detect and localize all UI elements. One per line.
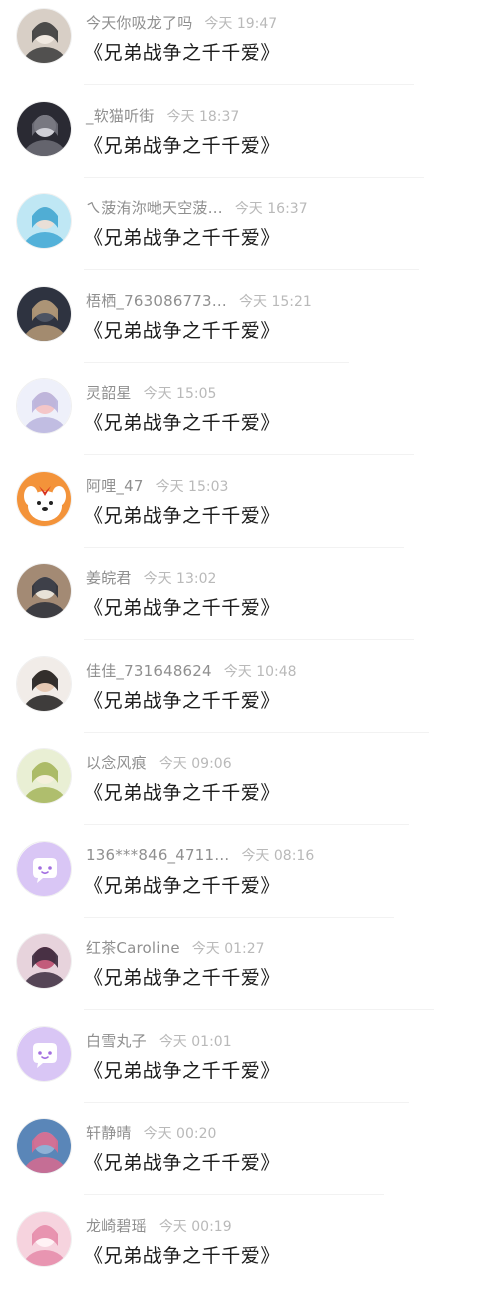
- avatar[interactable]: [16, 563, 72, 619]
- comment-item[interactable]: ㄟ菠洧沵哋天空菠… 今天 16:37 《兄弟战争之千千爱》: [0, 185, 495, 277]
- comment-meta: ㄟ菠洧沵哋天空菠… 今天 16:37: [86, 197, 308, 219]
- avatar[interactable]: [16, 1026, 72, 1082]
- comment-item[interactable]: 轩静晴 今天 00:20 《兄弟战争之千千爱》: [0, 1110, 495, 1202]
- username[interactable]: 红茶Caroline: [86, 939, 180, 957]
- timestamp: 今天 16:37: [234, 201, 308, 217]
- username[interactable]: 梧栖_763086773…: [86, 292, 227, 310]
- comment-meta: 以念风痕 今天 09:06: [86, 752, 232, 774]
- username[interactable]: 阿哩_47: [86, 477, 144, 495]
- timestamp: 今天 19:47: [204, 16, 278, 32]
- timestamp: 今天 00:20: [143, 1126, 217, 1142]
- username[interactable]: 今天你吸龙了吗: [86, 14, 192, 32]
- avatar[interactable]: [16, 656, 72, 712]
- comment-text: 《兄弟战争之千千爱》: [84, 690, 281, 712]
- comment-text: 《兄弟战争之千千爱》: [84, 412, 281, 434]
- avatar[interactable]: [16, 748, 72, 804]
- comment-meta: 灵韶星 今天 15:05: [86, 382, 216, 404]
- comment-meta: 今天你吸龙了吗 今天 19:47: [86, 12, 277, 34]
- comment-item[interactable]: 龙崎碧瑶 今天 00:19 《兄弟战争之千千爱》: [0, 1203, 495, 1295]
- comment-meta: 姜皖君 今天 13:02: [86, 567, 216, 589]
- comment-meta: 红茶Caroline 今天 01:27: [86, 937, 265, 959]
- timestamp: 今天 08:16: [241, 848, 315, 864]
- comment-item[interactable]: _软猫听街 今天 18:37 《兄弟战争之千千爱》: [0, 93, 495, 185]
- avatar[interactable]: [16, 1118, 72, 1174]
- comment-meta: 136***846_4711… 今天 08:16: [86, 845, 314, 867]
- timestamp: 今天 01:27: [191, 941, 265, 957]
- comment-text: 《兄弟战争之千千爱》: [84, 782, 281, 804]
- avatar[interactable]: [16, 471, 72, 527]
- avatar[interactable]: [16, 1211, 72, 1267]
- username[interactable]: ㄟ菠洧沵哋天空菠…: [86, 199, 223, 217]
- timestamp: 今天 13:02: [143, 571, 217, 587]
- comment-text: 《兄弟战争之千千爱》: [84, 875, 281, 897]
- comment-list: 今天你吸龙了吗 今天 19:47 《兄弟战争之千千爱》 _软猫听街 今天 18:37 《兄…: [0, 0, 495, 1280]
- username[interactable]: 白雪丸子: [86, 1032, 147, 1050]
- comment-item[interactable]: 白雪丸子 今天 01:01 《兄弟战争之千千爱》: [0, 1018, 495, 1110]
- divider: [84, 362, 349, 363]
- divider: [84, 1009, 434, 1010]
- divider: [84, 547, 404, 548]
- divider: [84, 177, 424, 178]
- username[interactable]: 灵韶星: [86, 384, 132, 402]
- comment-item[interactable]: 红茶Caroline 今天 01:27 《兄弟战争之千千爱》: [0, 925, 495, 1017]
- comment-text: 《兄弟战争之千千爱》: [84, 505, 281, 527]
- comment-meta: 轩静晴 今天 00:20: [86, 1122, 216, 1144]
- divider: [84, 639, 414, 640]
- comment-text: 《兄弟战争之千千爱》: [84, 1152, 281, 1174]
- timestamp: 今天 09:06: [158, 756, 232, 772]
- comment-item[interactable]: 阿哩_47 今天 15:03 《兄弟战争之千千爱》: [0, 463, 495, 555]
- comment-text: 《兄弟战争之千千爱》: [84, 135, 281, 157]
- comment-text: 《兄弟战争之千千爱》: [84, 320, 281, 342]
- timestamp: 今天 18:37: [166, 109, 240, 125]
- comment-text: 《兄弟战争之千千爱》: [84, 42, 281, 64]
- comment-item[interactable]: 136***846_4711… 今天 08:16 《兄弟战争之千千爱》: [0, 833, 495, 925]
- avatar[interactable]: [16, 378, 72, 434]
- comment-item[interactable]: 佳佳_731648624 今天 10:48 《兄弟战争之千千爱》: [0, 648, 495, 740]
- comment-text: 《兄弟战争之千千爱》: [84, 1060, 281, 1082]
- timestamp: 今天 15:21: [239, 294, 312, 310]
- comment-text: 《兄弟战争之千千爱》: [84, 597, 281, 619]
- username[interactable]: _软猫听街: [86, 107, 155, 125]
- username[interactable]: 136***846_4711…: [86, 846, 229, 864]
- comment-item[interactable]: 灵韶星 今天 15:05 《兄弟战争之千千爱》: [0, 370, 495, 462]
- comment-item[interactable]: 梧栖_763086773… 今天 15:21 《兄弟战争之千千爱》: [0, 278, 495, 370]
- avatar[interactable]: [16, 193, 72, 249]
- timestamp: 今天 10:48: [223, 664, 297, 680]
- username[interactable]: 轩静晴: [86, 1124, 132, 1142]
- avatar[interactable]: [16, 841, 72, 897]
- comment-meta: 白雪丸子 今天 01:01: [86, 1030, 232, 1052]
- comment-text: 《兄弟战争之千千爱》: [84, 227, 281, 249]
- comment-item[interactable]: 以念风痕 今天 09:06 《兄弟战争之千千爱》: [0, 740, 495, 832]
- timestamp: 今天 00:19: [158, 1219, 232, 1235]
- username[interactable]: 姜皖君: [86, 569, 132, 587]
- divider: [84, 84, 414, 85]
- divider: [84, 1102, 409, 1103]
- comment-text: 《兄弟战争之千千爱》: [84, 967, 281, 989]
- divider: [84, 824, 409, 825]
- comment-meta: 龙崎碧瑶 今天 00:19: [86, 1215, 232, 1237]
- divider: [84, 454, 414, 455]
- timestamp: 今天 01:01: [158, 1034, 232, 1050]
- username[interactable]: 以念风痕: [86, 754, 147, 772]
- username[interactable]: 佳佳_731648624: [86, 662, 212, 680]
- avatar[interactable]: [16, 101, 72, 157]
- comment-meta: 阿哩_47 今天 15:03: [86, 475, 228, 497]
- timestamp: 今天 15:05: [143, 386, 217, 402]
- divider: [84, 917, 394, 918]
- username[interactable]: 龙崎碧瑶: [86, 1217, 147, 1235]
- avatar[interactable]: [16, 286, 72, 342]
- avatar[interactable]: [16, 933, 72, 989]
- comment-text: 《兄弟战争之千千爱》: [84, 1245, 281, 1267]
- comment-item[interactable]: 今天你吸龙了吗 今天 19:47 《兄弟战争之千千爱》: [0, 0, 495, 92]
- divider: [84, 1194, 384, 1195]
- comment-item[interactable]: 姜皖君 今天 13:02 《兄弟战争之千千爱》: [0, 555, 495, 647]
- divider: [84, 732, 429, 733]
- comment-meta: 佳佳_731648624 今天 10:48: [86, 660, 297, 682]
- comment-meta: _软猫听街 今天 18:37: [86, 105, 239, 127]
- divider: [84, 269, 419, 270]
- timestamp: 今天 15:03: [155, 479, 229, 495]
- comment-meta: 梧栖_763086773… 今天 15:21: [86, 290, 312, 312]
- avatar[interactable]: [16, 8, 72, 64]
